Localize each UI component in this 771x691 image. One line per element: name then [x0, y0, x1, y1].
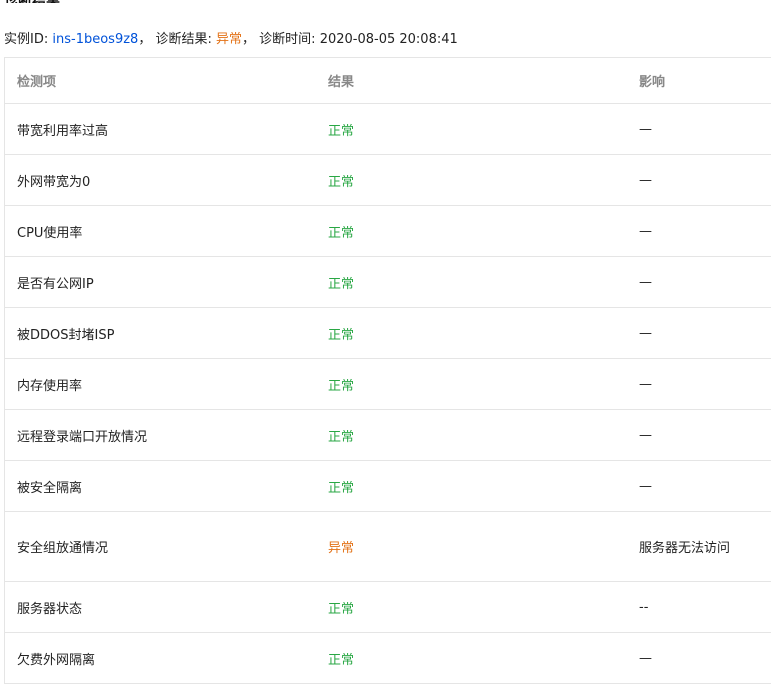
impact-cell: — [639, 478, 652, 494]
instance-id-link[interactable]: ins-1beos9z8 [52, 32, 138, 47]
check-item-cell: 欠费外网隔离 [17, 652, 96, 668]
instance-id-label: 实例ID: [4, 32, 49, 47]
check-item-cell: 被DDOS封堵ISP [17, 327, 115, 343]
check-item-cell: 安全组放通情况 [17, 541, 109, 556]
impact-cell: — [639, 650, 652, 666]
separator: ， [242, 32, 256, 47]
table-row: 外网带宽为0 正常 — [5, 155, 771, 206]
result-cell: 正常 [328, 276, 355, 292]
impact-cell: 服务器无法访问 [639, 541, 731, 556]
table-header-row: 检测项 结果 影响 [5, 58, 771, 104]
result-cell: 正常 [328, 225, 355, 241]
cut-off-heading: 诊断结果 [4, 0, 60, 3]
diagnosis-summary: 实例ID: ins-1beos9z8， 诊断结果: 异常， 诊断时间: 2020… [4, 28, 458, 47]
table-row: 带宽利用率过高 正常 — [5, 104, 771, 155]
result-cell: 异常 [328, 541, 355, 556]
column-header-impact: 影响 [639, 75, 666, 90]
diagnosis-time-value: 2020-08-05 20:08:41 [319, 32, 458, 47]
diagnosis-table: 检测项 结果 影响 带宽利用率过高 正常 — 外网带宽为0 正常 — CPU使用… [4, 57, 771, 684]
table-row: 被DDOS封堵ISP 正常 — [5, 308, 771, 359]
column-header-result: 结果 [328, 75, 355, 90]
check-item-cell: 内存使用率 [17, 378, 83, 394]
result-cell: 正常 [328, 327, 355, 343]
check-item-cell: 带宽利用率过高 [17, 123, 109, 139]
impact-cell: — [639, 223, 652, 239]
separator: ， [138, 32, 152, 47]
table-row: CPU使用率 正常 — [5, 206, 771, 257]
diagnosis-result-label: 诊断结果: [155, 32, 212, 47]
check-item-cell: 是否有公网IP [17, 276, 94, 292]
result-cell: 正常 [328, 174, 355, 190]
result-cell: 正常 [328, 601, 355, 617]
result-cell: 正常 [328, 652, 355, 668]
result-cell: 正常 [328, 480, 355, 496]
table-row: 服务器状态 正常 -- [5, 582, 771, 633]
check-item-cell: 被安全隔离 [17, 480, 83, 496]
table-row: 内存使用率 正常 — [5, 359, 771, 410]
table-row: 欠费外网隔离 正常 — [5, 633, 771, 684]
table-row: 被安全隔离 正常 — [5, 461, 771, 512]
impact-cell: -- [639, 599, 649, 615]
impact-cell: — [639, 274, 652, 290]
table-row: 是否有公网IP 正常 — [5, 257, 771, 308]
check-item-cell: 外网带宽为0 [17, 174, 91, 190]
diagnosis-result-value: 异常 [216, 32, 243, 47]
check-item-cell: 服务器状态 [17, 601, 83, 617]
check-item-cell: CPU使用率 [17, 225, 83, 241]
table-row: 安全组放通情况 异常 服务器无法访问 [5, 512, 771, 582]
impact-cell: — [639, 376, 652, 392]
check-item-cell: 远程登录端口开放情况 [17, 429, 148, 445]
result-cell: 正常 [328, 378, 355, 394]
impact-cell: — [639, 325, 652, 341]
column-header-item: 检测项 [17, 75, 57, 90]
impact-cell: — [639, 121, 652, 137]
table-row: 远程登录端口开放情况 正常 — [5, 410, 771, 461]
result-cell: 正常 [328, 429, 355, 445]
result-cell: 正常 [328, 123, 355, 139]
diagnosis-time-label: 诊断时间: [259, 32, 316, 47]
impact-cell: — [639, 427, 652, 443]
impact-cell: — [639, 172, 652, 188]
